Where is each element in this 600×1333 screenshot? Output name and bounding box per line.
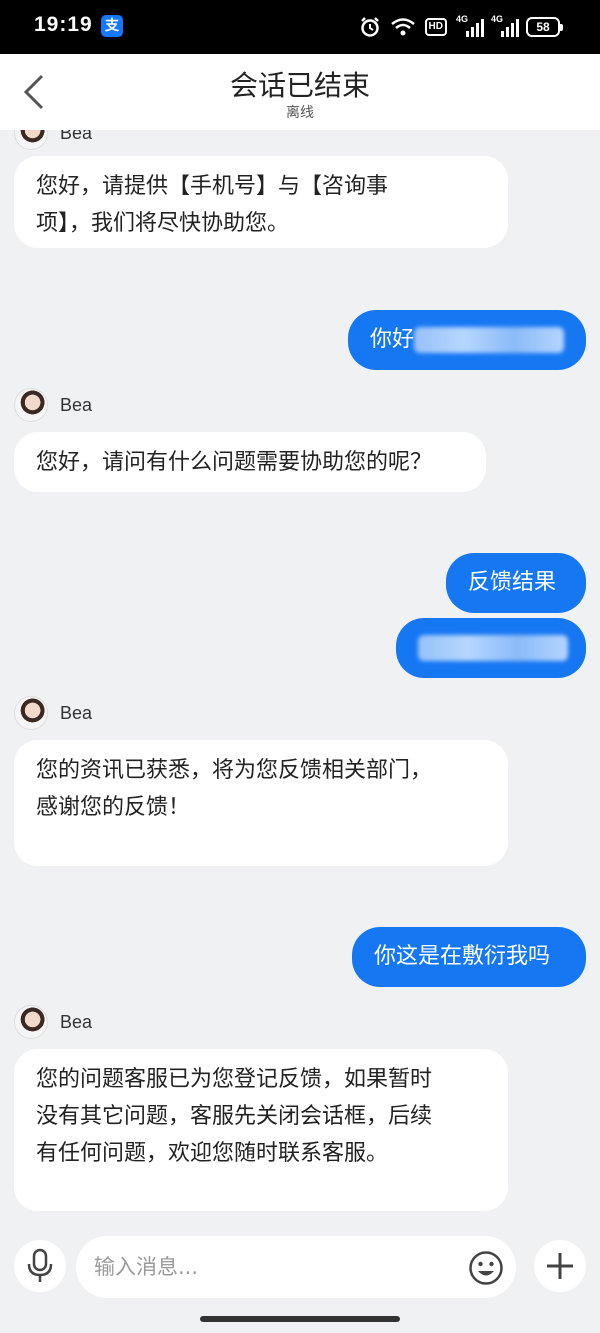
message-line: 您好，请问有什么问题需要协助您的呢？ <box>36 450 433 475</box>
message-line: 您的资讯已获悉，将为您反馈相关部门， <box>36 758 433 783</box>
signal-icon-1: 4G <box>456 14 484 37</box>
home-indicator[interactable] <box>200 1316 400 1322</box>
agent-message: 您的资讯已获悉，将为您反馈相关部门， 感谢您的反馈！ <box>14 740 508 866</box>
battery-icon: 58 <box>526 17 563 37</box>
message-line: 没有其它问题，客服先关闭会话框，后续 <box>36 1104 433 1129</box>
message-list[interactable]: Bea 您好，请提供【手机号】与【咨询事 项】，我们将尽快协助您。 你好 Bea… <box>0 130 600 1230</box>
message-text: 反馈结果 <box>468 570 557 595</box>
hd-voice-badge: HD <box>424 18 447 36</box>
user-message: 你这是在敷衍我吗 <box>352 927 586 987</box>
status-bar: 19:19 支 HD 4G 4G 58 <box>0 0 600 54</box>
message-line: 您的问题客服已为您登记反馈，如果暂时 <box>36 1067 433 1092</box>
voice-input-button[interactable] <box>14 1240 66 1292</box>
alipay-icon: 支 <box>101 15 123 37</box>
agent-label: Bea <box>14 388 92 422</box>
message-line: 感谢您的反馈！ <box>36 795 191 820</box>
plus-icon <box>547 1253 573 1279</box>
message-line: 有任何问题，欢迎您随时联系客服。 <box>36 1141 389 1166</box>
chat-header: 会话已结束 离线 <box>0 54 600 130</box>
agent-label: Bea <box>14 696 92 730</box>
agent-name: Bea <box>60 394 93 415</box>
more-actions-button[interactable] <box>534 1240 586 1292</box>
agent-label: Bea <box>14 130 92 150</box>
status-subtitle: 离线 <box>286 105 314 121</box>
agent-name: Bea <box>60 702 93 723</box>
smiley-icon <box>469 1251 503 1285</box>
agent-message: 您的问题客服已为您登记反馈，如果暂时 没有其它问题，客服先关闭会话框，后续 有任… <box>14 1049 508 1211</box>
message-input[interactable] <box>76 1236 516 1298</box>
message-line: 您好，请提供【手机号】与【咨询事 <box>36 174 389 199</box>
redacted-text <box>418 635 568 661</box>
signal-icon-2: 4G <box>491 14 519 37</box>
agent-avatar <box>14 388 48 422</box>
input-bar <box>0 1230 600 1308</box>
microphone-icon <box>27 1248 53 1282</box>
status-time: 19:19 <box>34 13 93 36</box>
agent-message: 您好，请问有什么问题需要协助您的呢？ <box>14 432 486 492</box>
message-text: 你好 <box>370 327 415 352</box>
agent-avatar <box>14 130 48 150</box>
agent-message: 您好，请提供【手机号】与【咨询事 项】，我们将尽快协助您。 <box>14 156 508 248</box>
user-message <box>396 618 586 678</box>
agent-avatar <box>14 1005 48 1039</box>
agent-name: Bea <box>60 1011 93 1032</box>
wifi-icon <box>390 18 415 36</box>
alarm-icon <box>360 17 379 37</box>
message-line: 项】，我们将尽快协助您。 <box>36 211 290 236</box>
emoji-button[interactable] <box>468 1250 504 1286</box>
message-text: 你这是在敷衍我吗 <box>374 944 551 969</box>
agent-name: Bea <box>60 130 93 143</box>
user-message: 你好 <box>348 310 586 370</box>
redacted-text <box>414 327 565 353</box>
status-icons: HD 4G 4G 58 <box>359 13 563 41</box>
user-message: 反馈结果 <box>446 553 586 613</box>
agent-avatar <box>14 696 48 730</box>
page-title: 会话已结束 <box>229 69 370 102</box>
agent-label: Bea <box>14 1005 92 1039</box>
